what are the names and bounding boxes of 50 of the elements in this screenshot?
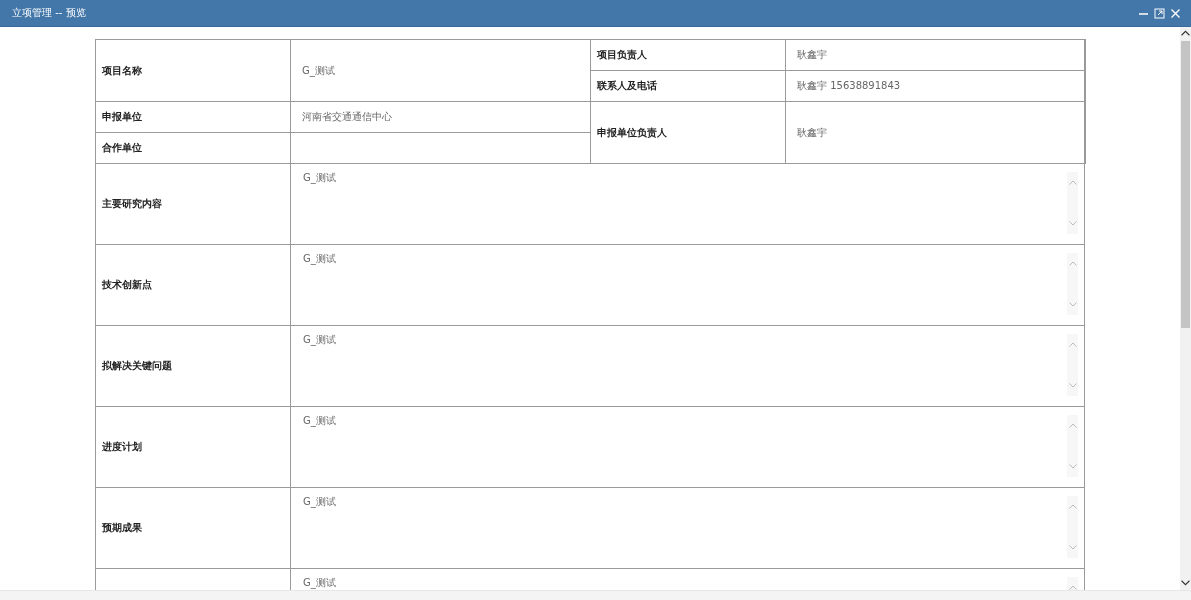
scroll-bar[interactable] — [1180, 27, 1191, 590]
chevron-up-icon[interactable] — [1068, 423, 1077, 428]
scroll-up-icon[interactable] — [1181, 30, 1190, 36]
section-label: 拟解决关键问题 — [96, 326, 291, 406]
scroll-bar[interactable] — [1067, 415, 1078, 477]
field-value: 耿鑫宇 15638891843 — [786, 71, 1085, 102]
chevron-up-icon[interactable] — [1068, 342, 1077, 347]
text-area[interactable]: G_测试 — [291, 407, 1085, 487]
section-label: 进度计划 — [96, 407, 291, 487]
scroll-bar[interactable] — [1067, 334, 1078, 396]
chevron-down-icon[interactable] — [1068, 383, 1077, 388]
field-value: 河南省交通通信中心 — [291, 102, 591, 133]
text-value: G_测试 — [303, 496, 336, 508]
chevron-down-icon[interactable] — [1068, 464, 1077, 469]
field-value: G_测试 — [291, 40, 591, 102]
field-label: 申报单位 — [96, 102, 291, 133]
scroll-thumb[interactable] — [1181, 41, 1190, 328]
chevron-up-icon[interactable] — [1068, 504, 1077, 509]
chevron-up-icon[interactable] — [1068, 585, 1077, 590]
window-title: 立项管理 -- 预览 — [12, 6, 87, 20]
field-label: 项目名称 — [96, 40, 291, 102]
scroll-bar[interactable] — [1067, 253, 1078, 315]
text-value: G_测试 — [303, 577, 336, 589]
text-value: G_测试 — [303, 172, 336, 184]
scroll-bar[interactable] — [1067, 172, 1078, 234]
maximize-icon[interactable] — [1154, 7, 1165, 19]
field-value: 耿鑫宇 — [786, 40, 1085, 71]
scroll-bar[interactable] — [1067, 496, 1078, 558]
chevron-down-icon[interactable] — [1068, 302, 1077, 307]
text-value: G_测试 — [303, 334, 336, 346]
scroll-down-icon[interactable] — [1181, 580, 1190, 586]
text-area[interactable]: G_测试 — [291, 326, 1085, 406]
text-area[interactable]: G_测试 — [291, 245, 1085, 325]
field-label: 联系人及电话 — [591, 71, 786, 102]
field-label: 项目负责人 — [591, 40, 786, 71]
text-value: G_测试 — [303, 415, 336, 427]
section-label: 主要研究内容 — [96, 164, 291, 244]
chevron-up-icon[interactable] — [1068, 261, 1077, 266]
close-icon[interactable] — [1170, 7, 1181, 19]
field-label: 申报单位负责人 — [591, 102, 786, 164]
chevron-up-icon[interactable] — [1068, 180, 1077, 185]
section-label: 预期成果 — [96, 488, 291, 568]
chevron-down-icon[interactable] — [1068, 221, 1077, 226]
chevron-down-icon[interactable] — [1068, 545, 1077, 550]
text-area[interactable]: G_测试 — [291, 164, 1085, 244]
text-value: G_测试 — [303, 253, 336, 265]
field-label: 合作单位 — [96, 133, 291, 164]
text-area[interactable]: G_测试 — [291, 488, 1085, 568]
field-value: 耿鑫宇 — [786, 102, 1085, 164]
section-label: 技术创新点 — [96, 245, 291, 325]
